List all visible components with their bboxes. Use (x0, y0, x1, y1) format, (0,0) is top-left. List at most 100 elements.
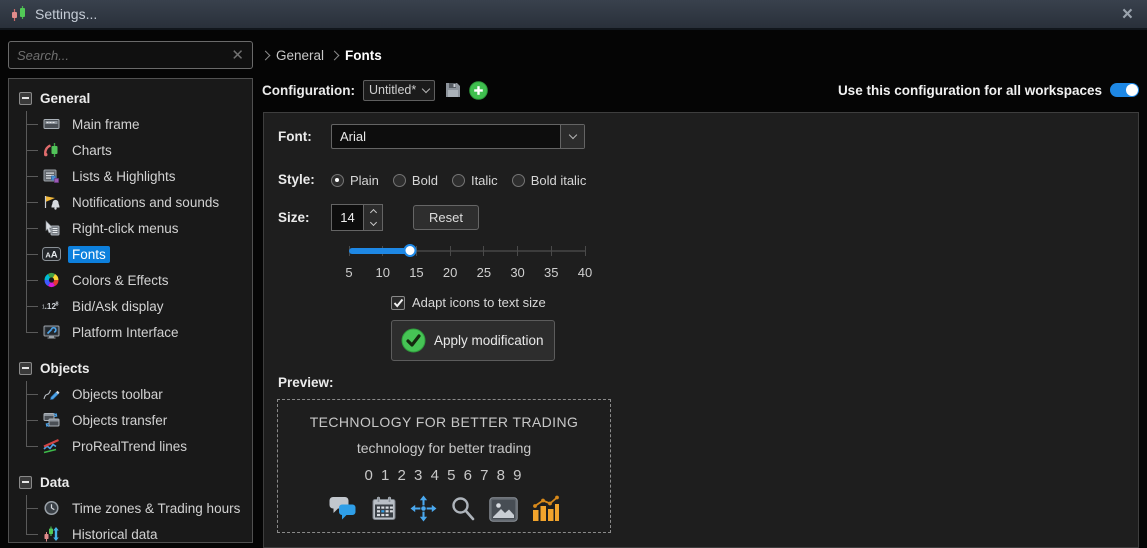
tree-group: Objects Objects toolbar Objects transfer… (19, 355, 252, 459)
add-config-icon[interactable] (469, 80, 488, 100)
radio-icon (451, 173, 465, 187)
save-icon[interactable] (444, 81, 462, 99)
svg-text:AA: AA (45, 250, 57, 261)
tree-group-general[interactable]: General (19, 85, 252, 111)
slider-tick-label: 15 (409, 265, 424, 280)
sidebar-item-label: ProRealTrend lines (72, 438, 188, 454)
style-radio-italic[interactable]: Italic (451, 172, 498, 188)
configuration-label: Configuration: (262, 82, 355, 98)
sidebar-item-label: Colors & Effects (72, 272, 169, 288)
settings-tree: General Main frame Charts Lists & Highli… (8, 78, 253, 543)
breadcrumb-parent[interactable]: General (276, 48, 324, 63)
radio-icon (392, 173, 406, 187)
configuration-row: Configuration: Untitled* Use this config… (262, 79, 1139, 101)
sidebar-item-prorealtrend-lines[interactable]: ProRealTrend lines (26, 433, 252, 459)
right-click-menu-icon (41, 220, 61, 236)
workspace-toggle-group: Use this configuration for all workspace… (838, 83, 1139, 98)
font-select-button[interactable] (560, 125, 584, 148)
radio-label: Plain (350, 172, 379, 188)
objects-toolbar-icon (41, 386, 61, 402)
reset-button[interactable]: Reset (413, 205, 479, 230)
colors-effects-icon (41, 272, 61, 288)
slider-tick-label: 10 (375, 265, 390, 280)
collapse-icon[interactable] (19, 91, 32, 105)
size-slider[interactable] (348, 244, 586, 258)
slider-tick-label: 40 (577, 265, 593, 280)
slider-thumb[interactable] (403, 244, 417, 257)
workspace-toggle[interactable] (1110, 83, 1139, 97)
sidebar-item-historical-data[interactable]: Historical data (26, 521, 252, 542)
historical-data-icon (41, 526, 61, 542)
sidebar-item-right-click-menus[interactable]: Right-click menus (26, 215, 252, 241)
sidebar-item-time-zones-trading-hours[interactable]: Time zones & Trading hours (26, 495, 252, 521)
collapse-icon[interactable] (19, 361, 32, 375)
charts-icon (41, 142, 61, 158)
apply-modification-button[interactable]: Apply modification (391, 320, 555, 361)
radio-label: Italic (470, 172, 498, 188)
calendar-icon (371, 495, 397, 522)
toggle-knob (1126, 84, 1138, 96)
adapt-icons-label: Adapt icons to text size (412, 295, 546, 310)
sidebar-item-colors-effects[interactable]: Colors & Effects (26, 267, 252, 293)
sidebar-item-label: Time zones & Trading hours (72, 500, 241, 516)
style-radio-bold-italic[interactable]: Bold italic (511, 172, 587, 188)
workspace-toggle-label: Use this configuration for all workspace… (837, 82, 1102, 98)
preview-digits-text: 0 1 2 3 4 5 6 7 8 9 (364, 466, 524, 484)
sidebar-item-lists-highlights[interactable]: Lists & Highlights (26, 163, 252, 189)
slider-tick (517, 246, 519, 256)
time-zones-icon (41, 500, 61, 516)
style-options: Plain Bold Italic Bold italic (331, 170, 600, 190)
style-radio-plain[interactable]: Plain (331, 173, 379, 188)
sidebar-item-label: Objects transfer (72, 412, 168, 428)
preview-label: Preview: (278, 375, 334, 390)
radio-icon (511, 173, 525, 187)
sidebar-item-label: Lists & Highlights (72, 168, 176, 184)
chevron-down-icon (421, 84, 431, 93)
size-value[interactable]: 14 (331, 204, 364, 231)
sidebar-item-objects-transfer[interactable]: Objects transfer (26, 407, 252, 433)
configuration-select[interactable]: Untitled* (362, 79, 435, 101)
bid-ask-icon: 1.12 8 (41, 298, 61, 314)
sidebar-item-fonts[interactable]: AA Fonts (26, 241, 252, 267)
sidebar-item-label: Historical data (72, 526, 158, 542)
slider-tick-labels: 5 10 15 20 25 30 35 40 (345, 265, 592, 281)
tree-group: Data Time zones & Trading hours Historic… (19, 469, 252, 542)
slider-tick (483, 246, 485, 256)
slider-tick-label: 25 (476, 265, 492, 280)
tree-group-objects[interactable]: Objects (19, 355, 252, 381)
window-title: Settings... (35, 6, 98, 22)
font-family-select[interactable]: Arial (331, 124, 585, 149)
sidebar-search[interactable]: ✕ (8, 41, 253, 69)
slider-tick-label: 5 (345, 265, 353, 280)
sidebar-item-bid-ask-display[interactable]: 1.12 8 Bid/Ask display (26, 293, 252, 319)
sidebar-item-main-frame[interactable]: Main frame (26, 111, 252, 137)
tree-group-data[interactable]: Data (19, 469, 252, 495)
slider-tick (550, 246, 552, 256)
slider-tick-label: 20 (442, 265, 458, 280)
chevron-right-icon (329, 50, 340, 61)
breadcrumb-current: Fonts (345, 47, 382, 63)
sidebar-item-label: Right-click menus (72, 220, 179, 236)
chart-icon (531, 495, 560, 522)
preview-icons-row (328, 494, 560, 522)
spin-up-button[interactable] (364, 205, 382, 218)
tree-group-label: Data (40, 474, 70, 490)
clear-search-icon[interactable]: ✕ (231, 46, 244, 64)
close-icon[interactable]: × (1118, 5, 1137, 24)
sidebar-item-charts[interactable]: Charts (26, 137, 252, 163)
spin-down-button[interactable] (364, 218, 382, 231)
platform-interface-icon (41, 324, 61, 340)
sidebar-item-label: Fonts (68, 245, 110, 263)
collapse-icon[interactable] (19, 475, 32, 489)
adapt-icons-checkbox[interactable] (391, 295, 405, 310)
sidebar-item-notifications-and-sounds[interactable]: Notifications and sounds (26, 189, 252, 215)
slider-tick-label: 35 (544, 265, 559, 280)
search-input[interactable] (17, 47, 232, 63)
style-radio-bold[interactable]: Bold (392, 173, 438, 188)
sidebar-item-objects-toolbar[interactable]: Objects toolbar (26, 381, 252, 407)
fonts-icon: AA (41, 246, 61, 262)
slider-fill (349, 248, 410, 254)
radio-label: Bold italic (530, 172, 587, 188)
sidebar-item-platform-interface[interactable]: Platform Interface (26, 319, 252, 345)
proreal-trend-icon (41, 438, 61, 454)
